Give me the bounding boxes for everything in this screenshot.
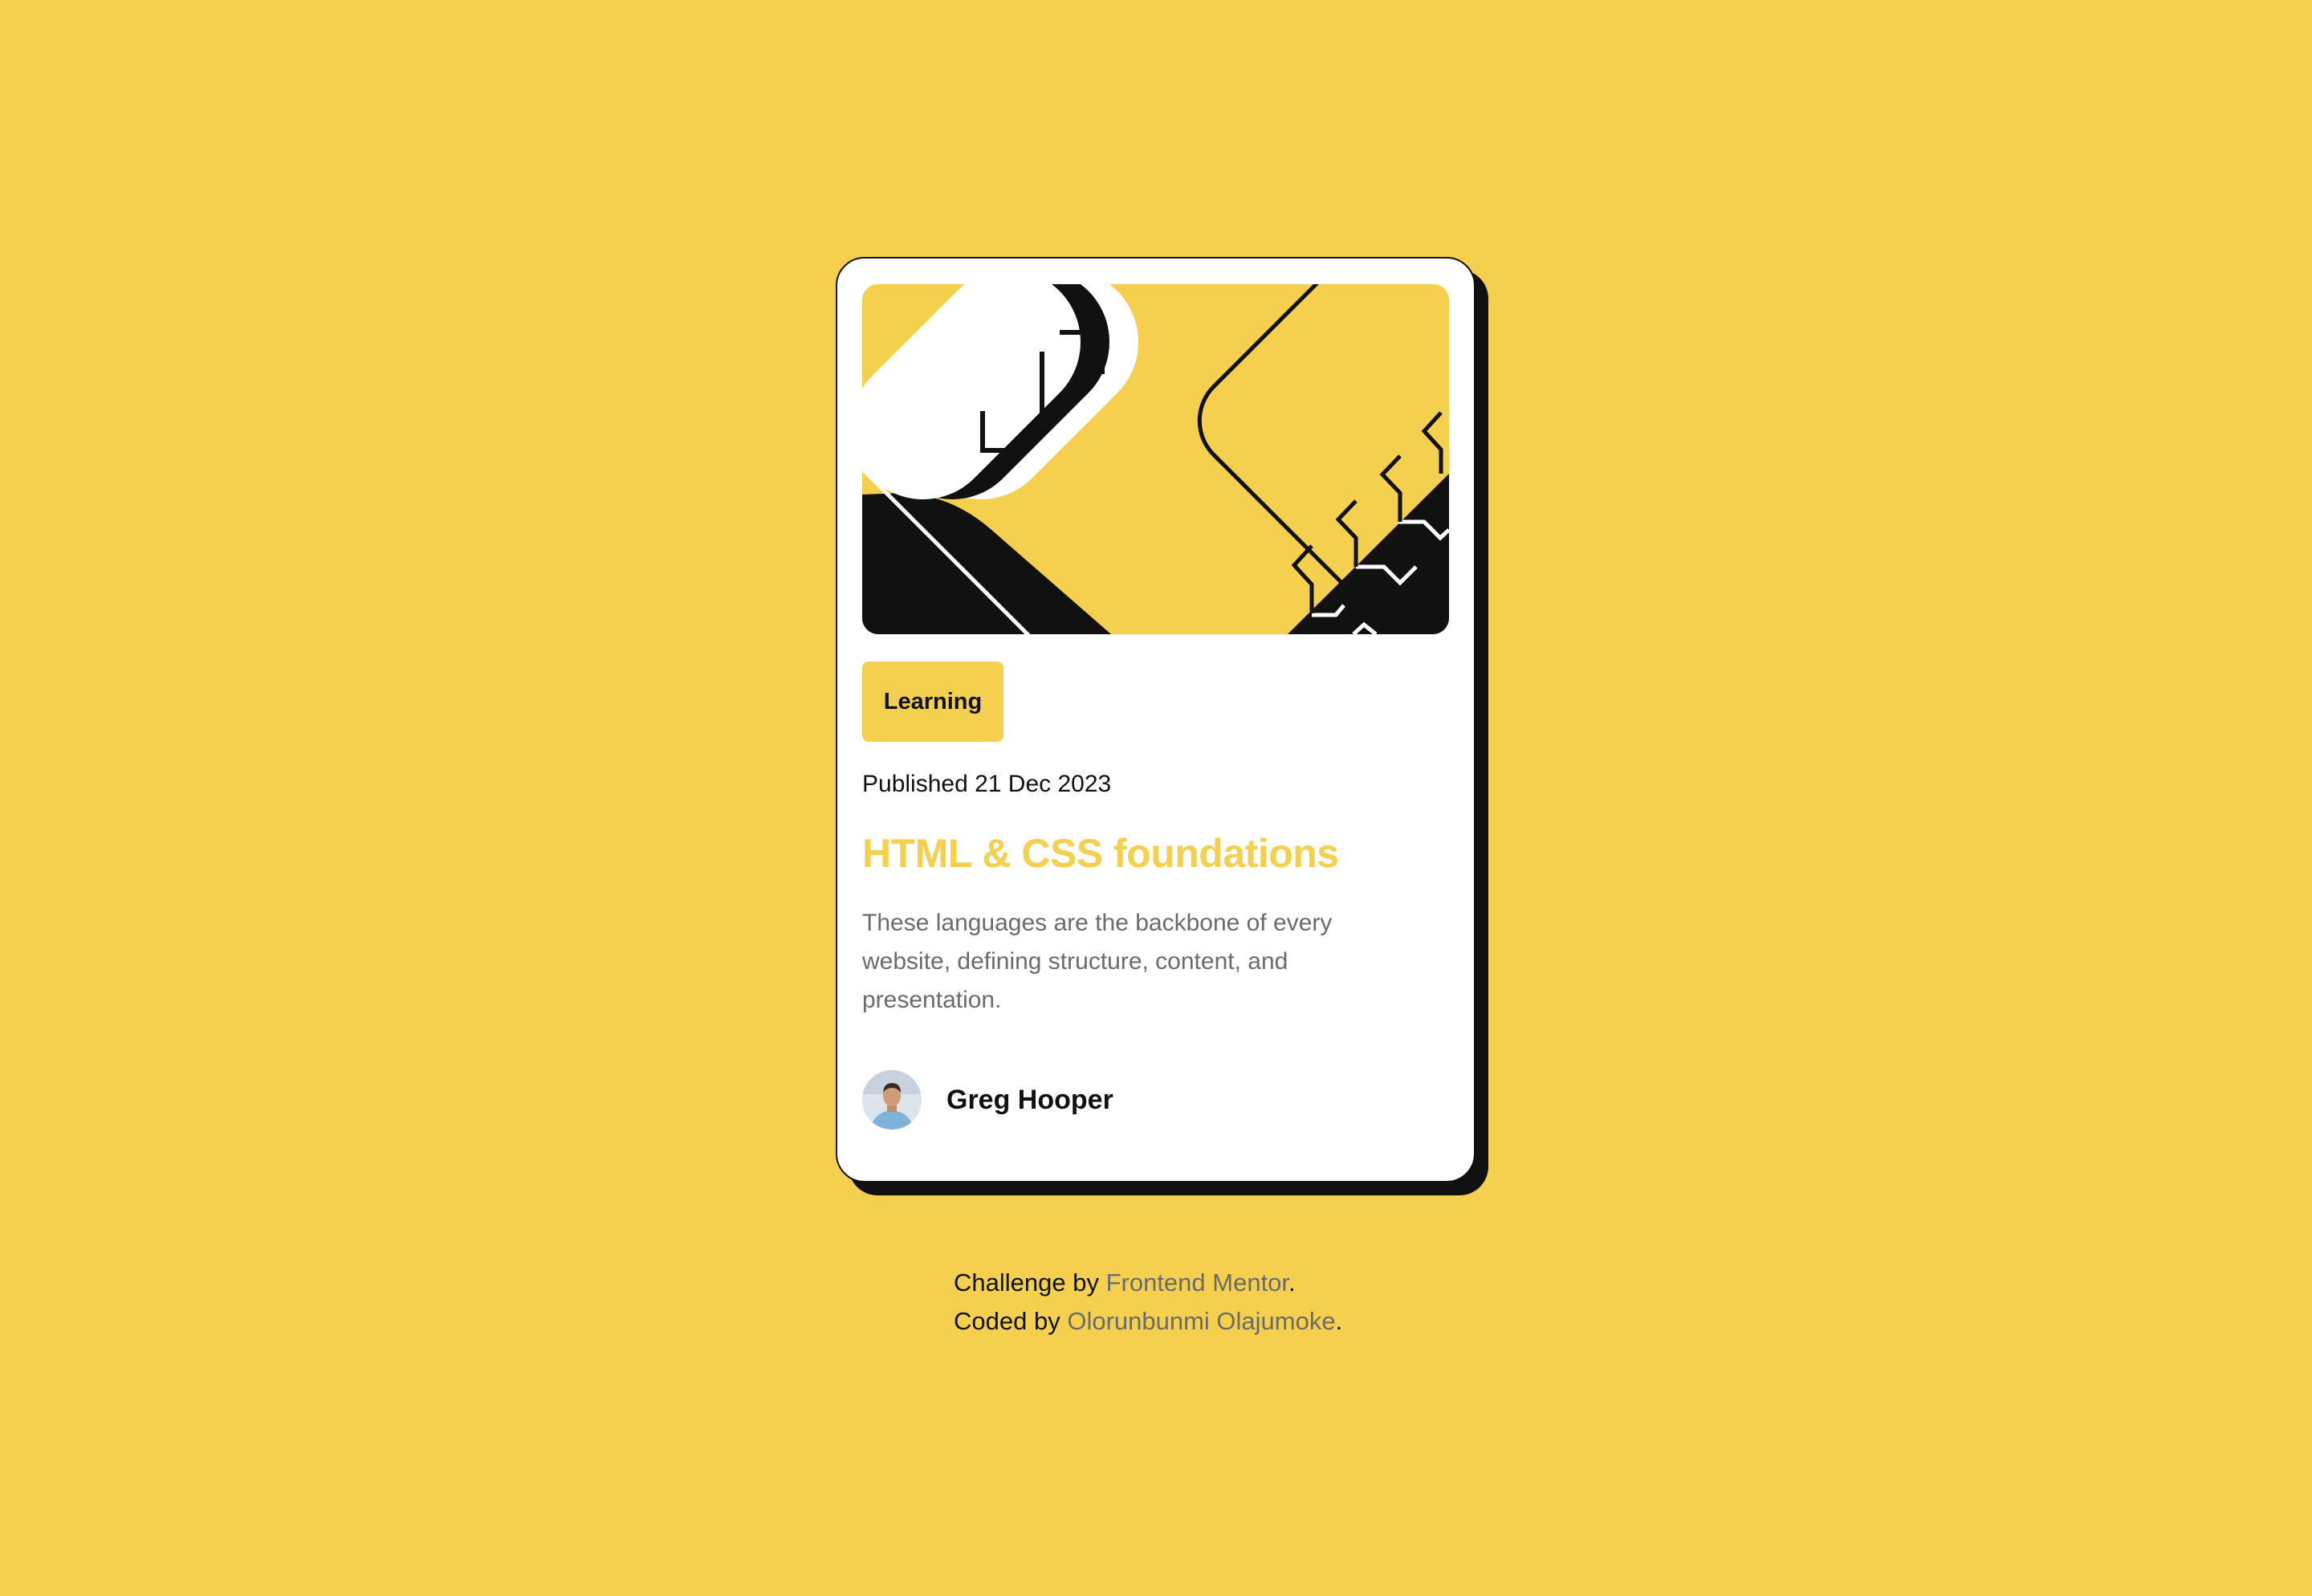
attribution-challenge-suffix: . [1288,1268,1296,1297]
illustration-article [862,284,1449,634]
attribution-coded-prefix: Coded by [954,1307,1068,1335]
card-description: These languages are the backbone of ever… [862,910,1333,1013]
card-title[interactable]: HTML & CSS foundations [862,830,1339,877]
attribution-challenge-line: Challenge by Frontend Mentor. [954,1264,1342,1302]
attribution-challenge-prefix: Challenge by [954,1268,1106,1297]
author-profile-link[interactable]: Olorunbunmi Olajumoke [1067,1307,1335,1335]
frontend-mentor-link[interactable]: Frontend Mentor [1106,1268,1288,1297]
author: Greg Hooper [862,1070,1113,1130]
illustration-graphic [862,284,1449,634]
author-name: Greg Hooper [946,1084,1113,1115]
attribution: Challenge by Frontend Mentor. Coded by O… [954,1264,1342,1341]
published-date: Published 21 Dec 2023 [862,771,1112,797]
avatar-graphic [862,1070,922,1130]
attribution-coded-line: Coded by Olorunbunmi Olajumoke. [954,1302,1342,1341]
category-tag: Learning [862,662,1003,742]
attribution-coded-suffix: . [1335,1307,1343,1335]
blog-preview-card: Learning Published 21 Dec 2023 HTML & CS… [836,257,1476,1183]
avatar-photo [862,1070,922,1130]
